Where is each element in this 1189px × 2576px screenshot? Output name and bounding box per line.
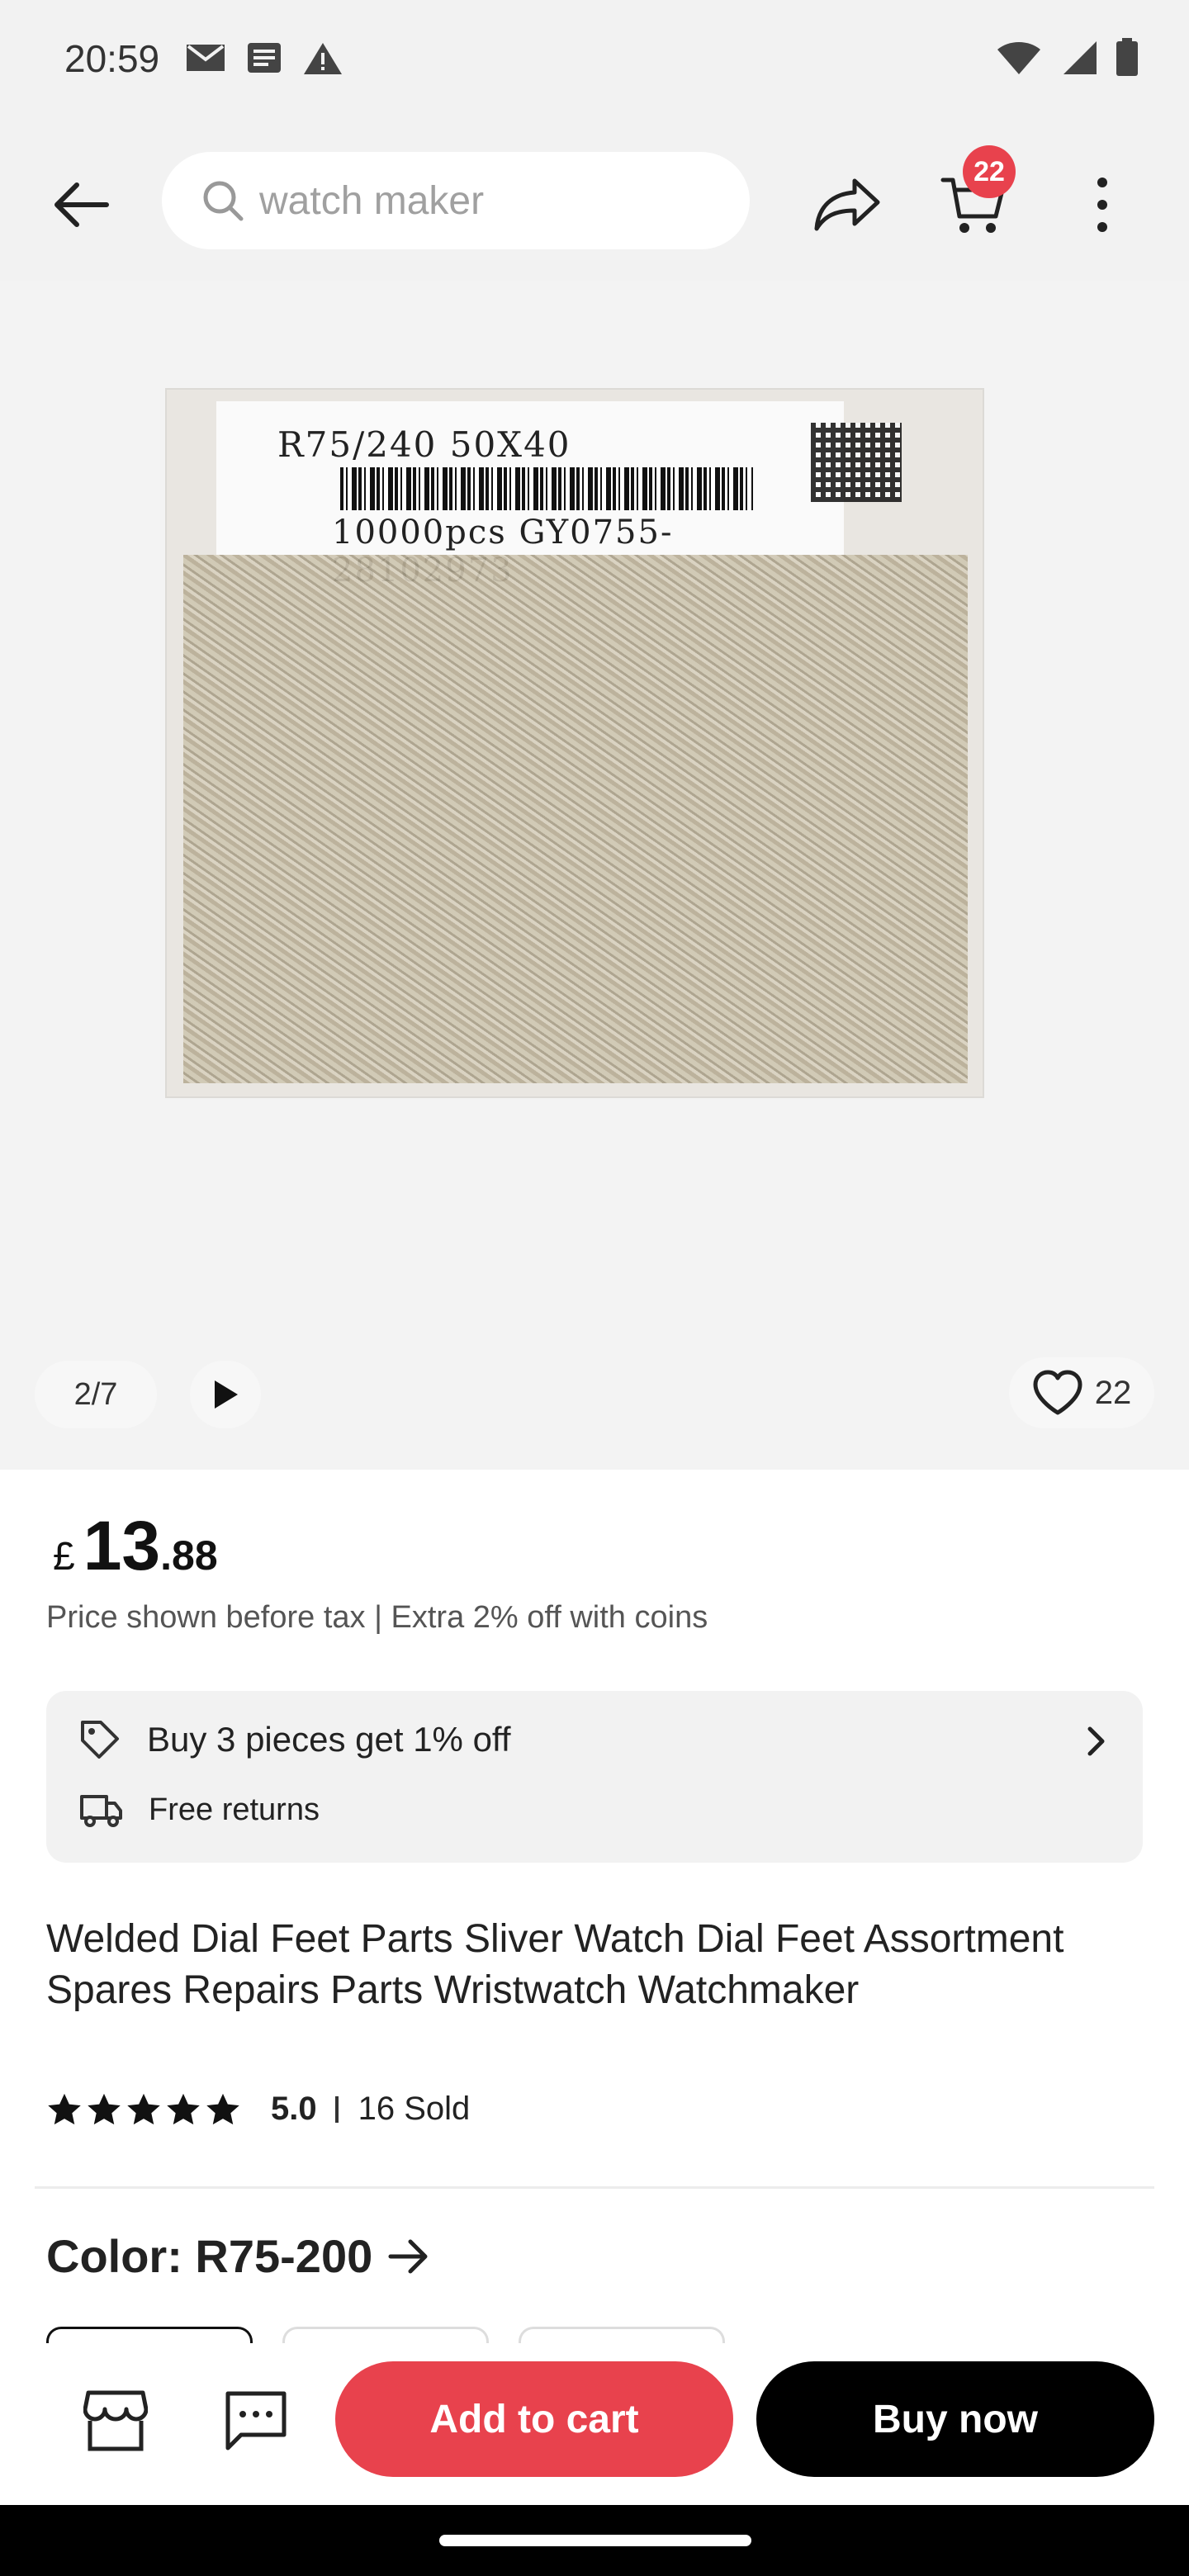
color-selector-header[interactable]: Color: R75-200: [46, 2229, 430, 2283]
star-icon: [88, 2093, 121, 2124]
top-app-bar: watch maker 22: [0, 116, 1189, 281]
free-returns-text: Free returns: [149, 1792, 320, 1827]
home-indicator[interactable]: [439, 2535, 751, 2546]
status-time: 20:59: [64, 37, 160, 80]
share-icon: [814, 178, 880, 231]
arrow-right-icon: [388, 2239, 428, 2273]
warning-icon: [304, 43, 342, 74]
product-price: £ 13 .88: [53, 1506, 218, 1586]
notes-icon: [248, 43, 281, 73]
search-icon: [203, 181, 244, 221]
play-icon: [215, 1380, 238, 1409]
star-icon: [48, 2093, 81, 2124]
price-integer: 13: [83, 1507, 161, 1584]
star-icon: [167, 2093, 200, 2124]
package-label-code: R75/240 50X40: [277, 424, 571, 465]
color-swatches: [46, 2327, 725, 2360]
price-note: Price shown before tax | Extra 2% off wi…: [46, 1600, 708, 1635]
play-video-button[interactable]: [190, 1361, 261, 1428]
cart-count-badge: 22: [963, 145, 1016, 198]
rating-value: 5.0: [271, 2091, 317, 2127]
price-tag-icon: [81, 1721, 119, 1759]
status-notification-icons: [185, 41, 343, 76]
status-bar: 20:59: [0, 0, 1189, 116]
store-button[interactable]: [76, 2381, 155, 2460]
share-button[interactable]: [806, 163, 888, 246]
product-image[interactable]: R75/240 50X40 10000pcs GY0755-28102973: [165, 388, 984, 1098]
arrow-left-icon: [54, 182, 109, 227]
package-label: R75/240 50X40 10000pcs GY0755-28102973: [216, 401, 902, 590]
rating-separator: [334, 2095, 339, 2123]
chevron-right-icon: [1087, 1726, 1105, 1756]
more-options-button[interactable]: [1065, 163, 1139, 246]
section-divider: [35, 2186, 1154, 2189]
bulk-deal-text: Buy 3 pieces get 1% off: [147, 1720, 511, 1759]
promotions-card[interactable]: Buy 3 pieces get 1% off Free returns: [46, 1691, 1143, 1863]
color-label: Color: R75-200: [46, 2230, 373, 2282]
price-decimal: .88: [160, 1532, 218, 1579]
bottom-action-bar: Add to cart Buy now: [0, 2343, 1189, 2505]
favorite-button[interactable]: 22: [1009, 1357, 1154, 1428]
chat-icon: [225, 2391, 287, 2451]
star-icon: [127, 2093, 160, 2124]
price-currency: £: [53, 1535, 75, 1579]
star-icon: [206, 2093, 239, 2124]
more-vertical-icon: [1097, 178, 1107, 232]
qr-code-icon: [811, 423, 902, 502]
signal-icon: [1063, 41, 1097, 74]
store-icon: [83, 2390, 148, 2451]
favorite-count: 22: [1094, 1374, 1132, 1411]
wifi-icon: [997, 42, 1040, 74]
product-title: Welded Dial Feet Parts Sliver Watch Dial…: [46, 1917, 1064, 2012]
sold-count: 16 Sold: [358, 2091, 471, 2127]
mail-icon: [187, 45, 225, 71]
image-page-indicator: 2/7: [35, 1361, 157, 1428]
heart-icon: [1033, 1370, 1082, 1415]
bulk-deal-row: Buy 3 pieces get 1% off: [79, 1719, 511, 1760]
back-button[interactable]: [41, 165, 121, 244]
system-navigation-bar: [0, 2505, 1189, 2576]
truck-icon: [80, 1795, 122, 1827]
battery-icon: [1116, 38, 1138, 76]
buy-now-button[interactable]: Buy now: [756, 2361, 1154, 2477]
rating-summary[interactable]: 5.0 16 Sold: [46, 2091, 470, 2128]
status-system-icons: [996, 38, 1139, 78]
free-returns-row: Free returns: [79, 1792, 320, 1828]
barcode-icon: [340, 467, 753, 510]
rating-stars: [46, 2092, 241, 2127]
chat-button[interactable]: [216, 2381, 296, 2460]
search-placeholder: watch maker: [259, 178, 485, 223]
add-to-cart-button[interactable]: Add to cart: [335, 2361, 733, 2477]
search-input[interactable]: watch maker: [162, 152, 750, 249]
product-parts-pile: [183, 555, 968, 1083]
